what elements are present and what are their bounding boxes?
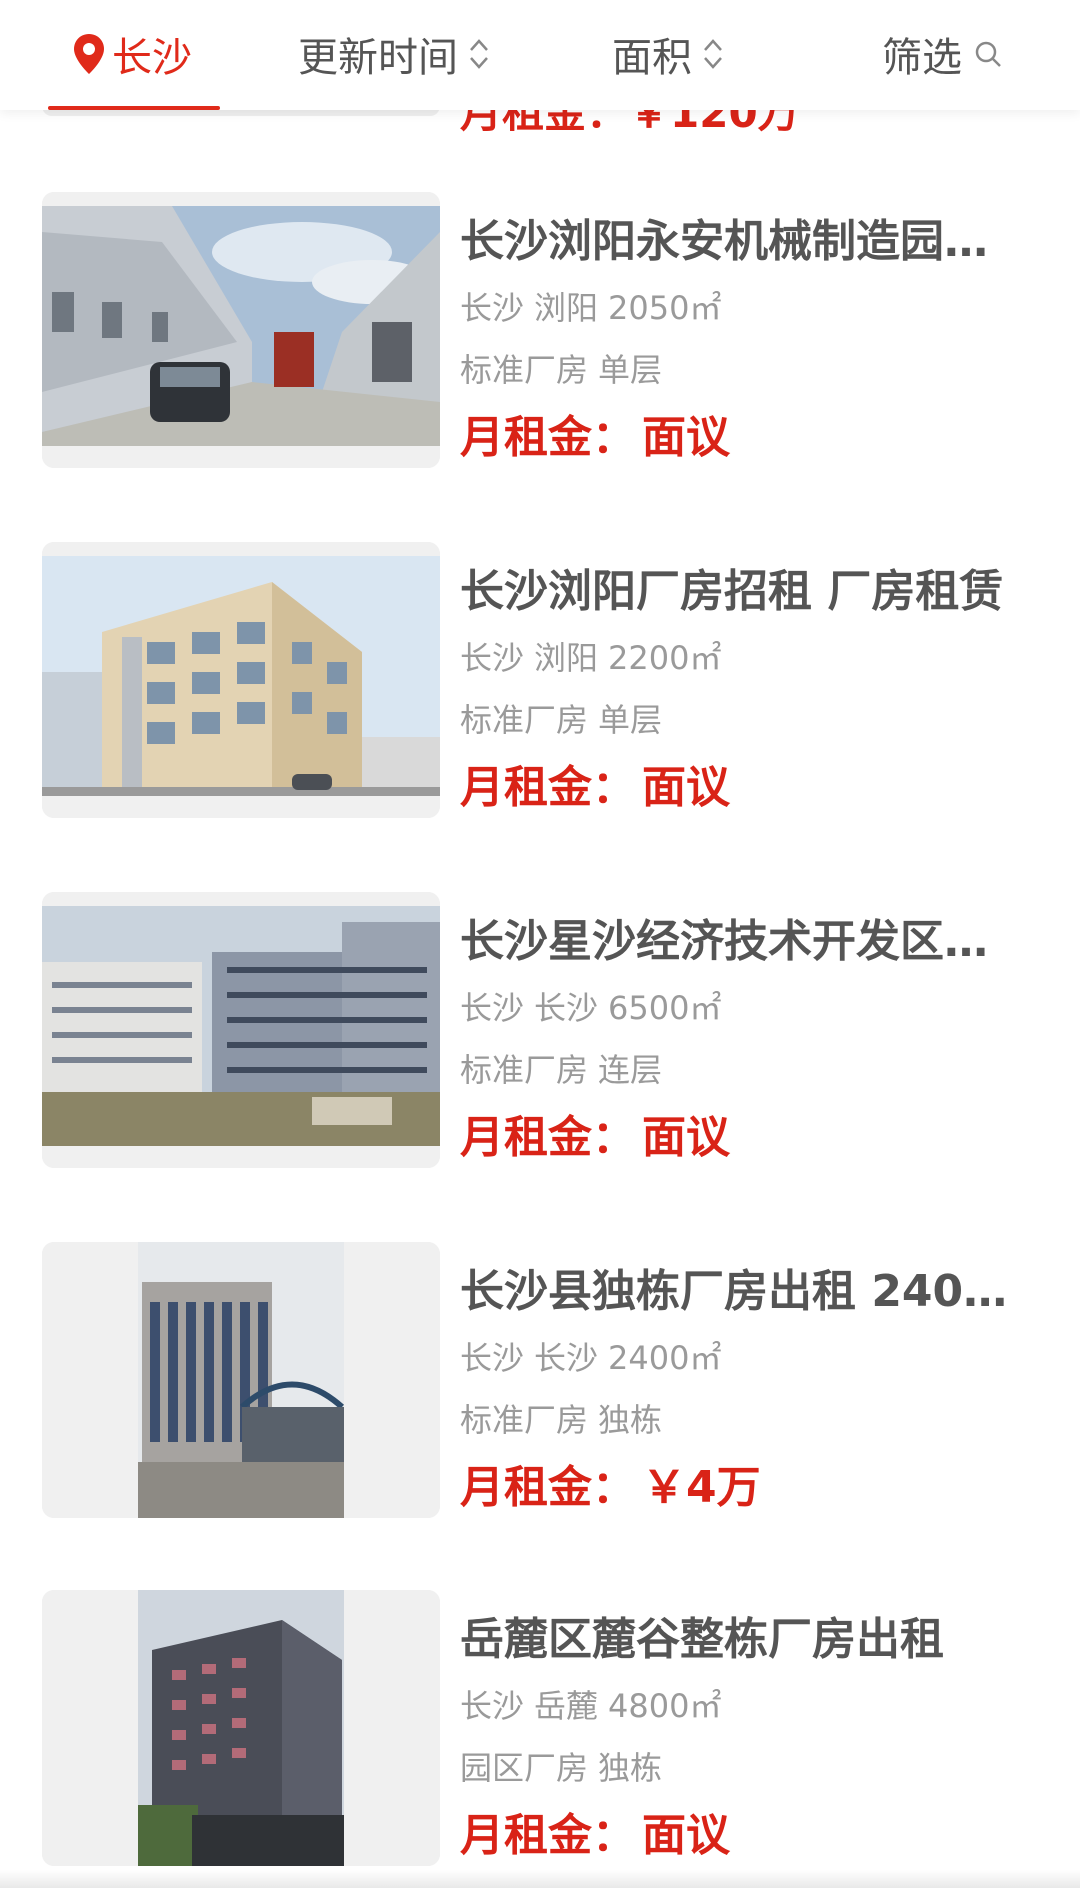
filter-button[interactable]: 筛选 bbox=[882, 24, 1002, 84]
listing-city: 长沙 bbox=[460, 989, 525, 1027]
listing-location: 长沙 长沙 2400㎡ bbox=[460, 1338, 721, 1378]
listing-location: 长沙 长沙 6500㎡ bbox=[460, 988, 721, 1028]
price-value: ￥4万 bbox=[642, 1462, 761, 1513]
listing-category: 标准厂房 bbox=[460, 351, 589, 389]
listing-title[interactable]: 长沙浏阳永安机械制造园区厂房出租 bbox=[460, 214, 1020, 270]
active-tab-indicator bbox=[48, 106, 220, 110]
listing-location: 长沙 浏阳 2050㎡ bbox=[460, 288, 721, 328]
listing-floors: 独栋 bbox=[598, 1401, 663, 1439]
location-pin-icon bbox=[74, 34, 104, 74]
listing-floors: 连层 bbox=[598, 1051, 663, 1089]
listing-image[interactable] bbox=[42, 542, 440, 818]
listing-title[interactable]: 岳麓区麓谷整栋厂房出租 bbox=[460, 1612, 1020, 1668]
price-value: 面议 bbox=[642, 412, 730, 463]
listing-area: 2050㎡ bbox=[608, 289, 722, 327]
listing-type: 标准厂房 连层 bbox=[460, 1050, 662, 1090]
listing-district: 岳麓 bbox=[534, 1687, 599, 1725]
listing-item[interactable]: 长沙浏阳永安机械制造园区厂房出租 长沙浏阳2050㎡ 标准厂房单层 月租金：面议 bbox=[0, 192, 1080, 482]
listing-item[interactable]: 长沙县独栋厂房出租 2400平方 长沙 长沙 2400㎡ 标准厂房 独栋 月租金： ￥4… bbox=[0, 1242, 1080, 1532]
listing-floors: 单层 bbox=[598, 701, 663, 739]
listing-city: 长沙 bbox=[460, 639, 525, 677]
listing-city: 长沙 bbox=[460, 1687, 525, 1725]
listing-image[interactable] bbox=[42, 1242, 440, 1518]
grey-building-photo bbox=[42, 1590, 440, 1866]
listing-item[interactable]: 岳麓区麓谷整栋厂房出租 长沙 岳麓 4800㎡ 园区厂房 独栋 月租金： 面议 bbox=[0, 1590, 1080, 1880]
listing-price: 月租金： 面议 bbox=[460, 410, 730, 466]
sort-by-area[interactable]: 面积 bbox=[612, 24, 724, 84]
price-label: 月租金： bbox=[460, 762, 636, 813]
listing-district: 长沙 bbox=[534, 989, 599, 1027]
city-label: 长沙 bbox=[112, 35, 192, 81]
wear-mtl-building-photo bbox=[42, 542, 440, 818]
filter-bar: 长沙 更新时间 面积 筛选 bbox=[0, 0, 1080, 110]
price-label: 月租金： bbox=[460, 412, 636, 463]
listing-location: 长沙 浏阳 2200㎡ bbox=[460, 638, 721, 678]
listing-category: 园区厂房 bbox=[460, 1749, 589, 1787]
price-value: 面议 bbox=[642, 762, 730, 813]
listing-title[interactable]: 长沙浏阳厂房招租 厂房租赁 bbox=[460, 564, 1020, 620]
listing-type: 标准厂房 单层 bbox=[460, 350, 662, 390]
listing-district: 浏阳 bbox=[534, 639, 599, 677]
listing-item[interactable]: 长沙浏阳厂房招租 厂房租赁 长沙 浏阳 2200㎡ 标准厂房 单层 月租金： 面议 bbox=[0, 542, 1080, 832]
listing-district: 浏阳 bbox=[534, 289, 599, 327]
sort-area-label: 面积 bbox=[612, 35, 692, 81]
listing-category: 标准厂房 bbox=[460, 1401, 589, 1439]
industrial-park-photo bbox=[42, 892, 440, 1168]
sort-by-update-time[interactable]: 更新时间 bbox=[298, 24, 490, 84]
listing-category: 标准厂房 bbox=[460, 1051, 589, 1089]
listing-area: 2200㎡ bbox=[608, 639, 722, 677]
price-value: 面议 bbox=[642, 1112, 730, 1163]
price-label: 月租金： bbox=[460, 1112, 636, 1163]
listing-price: 月租金： 面议 bbox=[460, 1808, 730, 1864]
price-label: 月租金： bbox=[460, 1810, 636, 1861]
price-label: 月租金： bbox=[460, 1462, 636, 1513]
listing-image[interactable] bbox=[42, 192, 440, 468]
filter-label: 筛选 bbox=[882, 35, 962, 81]
listing-type: 园区厂房 独栋 bbox=[460, 1748, 662, 1788]
listing-district: 长沙 bbox=[534, 1339, 599, 1377]
listing-title[interactable]: 长沙县独栋厂房出租 2400平方 bbox=[460, 1264, 1020, 1320]
search-icon bbox=[975, 41, 1001, 67]
listing-price: 月租金： 面议 bbox=[460, 1110, 730, 1166]
sort-update-label: 更新时间 bbox=[298, 35, 458, 81]
listing-area: 4800㎡ bbox=[608, 1687, 722, 1725]
listing-type: 标准厂房 独栋 bbox=[460, 1400, 662, 1440]
listing-type: 标准厂房 单层 bbox=[460, 700, 662, 740]
listing-category: 标准厂房 bbox=[460, 701, 589, 739]
listing-floors: 单层 bbox=[598, 351, 663, 389]
office-tower-photo bbox=[42, 1242, 440, 1518]
sort-updown-icon bbox=[470, 39, 488, 69]
listing-title[interactable]: 长沙星沙经济技术开发区厂房出租 bbox=[460, 914, 1020, 970]
city-selector[interactable]: 长沙 bbox=[72, 24, 192, 84]
listing-floors: 独栋 bbox=[598, 1749, 663, 1787]
factory-street-photo bbox=[42, 192, 440, 468]
listing-image[interactable] bbox=[42, 1590, 440, 1866]
listing-area: 6500㎡ bbox=[608, 989, 722, 1027]
listing-item[interactable]: 长沙星沙经济技术开发区厂房出租 长沙长沙6500㎡ 标准厂房连层 月租金：面议 bbox=[0, 892, 1080, 1182]
listing-area: 2400㎡ bbox=[608, 1339, 722, 1377]
listing-city: 长沙 bbox=[460, 289, 525, 327]
listing-image[interactable] bbox=[42, 892, 440, 1168]
bottom-edge-shadow bbox=[0, 1870, 1080, 1888]
listing-page: 月租金：￥120万 长沙 更新时间 面积 筛选 长沙浏阳永安机械制造园区 长沙 … bbox=[0, 0, 1080, 1888]
price-value: 面议 bbox=[642, 1810, 730, 1861]
listing-city: 长沙 bbox=[460, 1339, 525, 1377]
listing-price: 月租金： 面议 bbox=[460, 760, 730, 816]
listing-price: 月租金： ￥4万 bbox=[460, 1460, 761, 1516]
sort-updown-icon bbox=[704, 39, 722, 69]
listing-location: 长沙 岳麓 4800㎡ bbox=[460, 1686, 721, 1726]
